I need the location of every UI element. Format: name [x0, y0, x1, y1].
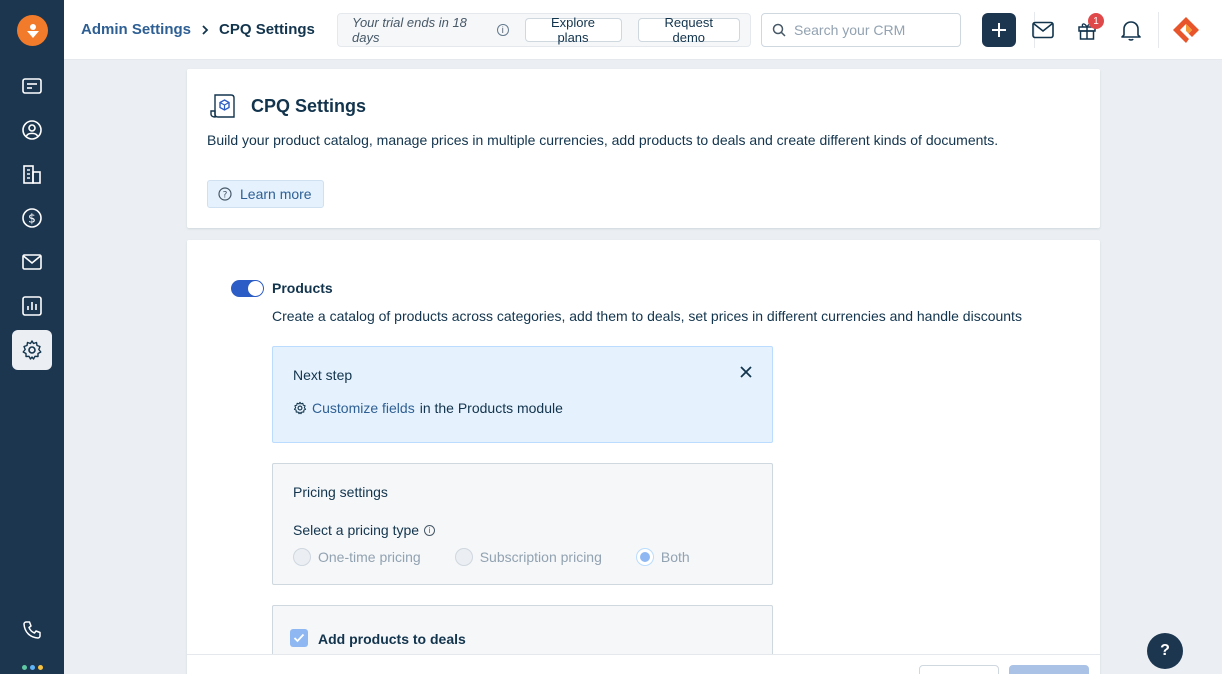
breadcrumb: Admin Settings CPQ Settings: [81, 21, 315, 38]
breadcrumb-current: CPQ Settings: [219, 21, 315, 38]
cancel-button[interactable]: [919, 665, 999, 674]
top-header: Admin Settings CPQ Settings Your trial e…: [64, 0, 1222, 60]
add-products-label: Add products to deals: [318, 631, 466, 647]
sidebar-item-phone[interactable]: [12, 610, 52, 650]
search-box[interactable]: [761, 13, 961, 47]
sidebar-item-settings[interactable]: [12, 330, 52, 370]
app-logo[interactable]: [17, 15, 48, 46]
apps-dots-icon[interactable]: [22, 665, 43, 670]
gear-icon: [22, 340, 42, 360]
help-button[interactable]: ?: [1147, 633, 1183, 669]
explore-plans-button[interactable]: Explore plans: [524, 15, 622, 45]
next-step-suffix: in the Products module: [419, 400, 563, 416]
radio-circle: [293, 548, 311, 566]
sidebar-item-sales[interactable]: $: [12, 198, 52, 238]
breadcrumb-admin-settings[interactable]: Admin Settings: [81, 21, 191, 38]
sidebar-item-reports[interactable]: [12, 286, 52, 326]
radio-label: Both: [660, 549, 690, 565]
reports-icon: [22, 296, 42, 316]
products-toggle[interactable]: [231, 280, 264, 297]
radio-one-time[interactable]: One-time pricing: [293, 548, 421, 566]
next-step-title: Next step: [293, 367, 353, 383]
products-title: Products: [272, 280, 333, 296]
help-circle-icon: ?: [218, 187, 232, 201]
sidebar-item-contacts[interactable]: [12, 110, 52, 150]
header-bell-button[interactable]: [1119, 18, 1143, 42]
pricing-settings-panel: Pricing settings Select a pricing type i…: [272, 463, 773, 585]
gear-icon: [293, 401, 307, 415]
info-icon[interactable]: i: [424, 524, 436, 536]
company-logo[interactable]: [1170, 14, 1202, 46]
header-mail-button[interactable]: [1031, 18, 1055, 42]
search-icon: [772, 23, 786, 37]
next-step-banner: Next step Customize fields in the Produc…: [272, 346, 773, 443]
page-description: Build your product catalog, manage price…: [207, 132, 999, 148]
close-icon[interactable]: [738, 364, 754, 380]
search-input[interactable]: [794, 22, 944, 38]
plus-icon: [992, 23, 1006, 37]
brand-logo-icon: [1173, 17, 1199, 43]
save-button[interactable]: [1009, 665, 1089, 674]
bell-icon: [1121, 21, 1141, 41]
mail-icon: [1032, 21, 1054, 39]
sidebar-item-deals[interactable]: [12, 66, 52, 106]
cpq-header-card: CPQ Settings Build your product catalog,…: [187, 69, 1100, 228]
pricing-settings-title: Pricing settings: [293, 484, 388, 500]
products-settings-card: Products Create a catalog of products ac…: [187, 240, 1100, 674]
svg-text:$: $: [28, 212, 36, 226]
radio-circle: [454, 548, 473, 566]
radio-circle-selected: [635, 548, 654, 566]
products-description: Create a catalog of products across cate…: [272, 308, 1022, 324]
page-title: CPQ Settings: [251, 96, 367, 116]
footer-action-bar: [187, 654, 1100, 674]
accounts-icon: [23, 165, 41, 184]
sidebar: $: [0, 0, 64, 674]
sidebar-item-mail[interactable]: [12, 242, 52, 282]
radio-subscription[interactable]: Subscription pricing: [454, 548, 602, 566]
next-step-message: Customize fields in the Products module: [293, 400, 563, 416]
chevron-right-icon: [202, 24, 209, 35]
checkmark-icon: [293, 633, 305, 643]
pricing-type-label: Select a pricing type i: [293, 522, 436, 538]
deals-icon: [22, 78, 42, 94]
trial-text: Your trial ends in 18 days: [352, 15, 467, 45]
request-demo-button[interactable]: Request demo: [637, 15, 740, 45]
mail-icon: [22, 254, 42, 270]
trial-banner: Your trial ends in 18 days i Explore pla…: [337, 13, 751, 47]
radio-label: Subscription pricing: [479, 549, 602, 565]
header-divider-2: [1158, 12, 1159, 48]
notification-badge: 1: [1088, 13, 1104, 29]
dollar-icon: $: [22, 208, 42, 228]
phone-icon: [23, 621, 41, 639]
learn-more-button[interactable]: ? Learn more: [207, 180, 324, 208]
radio-both[interactable]: Both: [635, 548, 690, 566]
quick-add-button[interactable]: [982, 13, 1016, 47]
customize-fields-link[interactable]: Customize fields: [312, 400, 415, 416]
add-products-checkbox[interactable]: [290, 629, 308, 647]
radio-label: One-time pricing: [318, 549, 421, 565]
contacts-icon: [22, 120, 42, 140]
learn-more-label: Learn more: [240, 186, 312, 202]
cpq-document-icon: [209, 91, 241, 126]
toggle-knob: [248, 281, 263, 296]
pricing-type-text: Select a pricing type: [293, 522, 420, 538]
pricing-type-radio-group: One-time pricing Subscription pricing Bo…: [293, 548, 690, 566]
svg-text:?: ?: [223, 190, 228, 200]
sidebar-item-accounts[interactable]: [12, 154, 52, 194]
info-icon[interactable]: i: [496, 24, 509, 36]
